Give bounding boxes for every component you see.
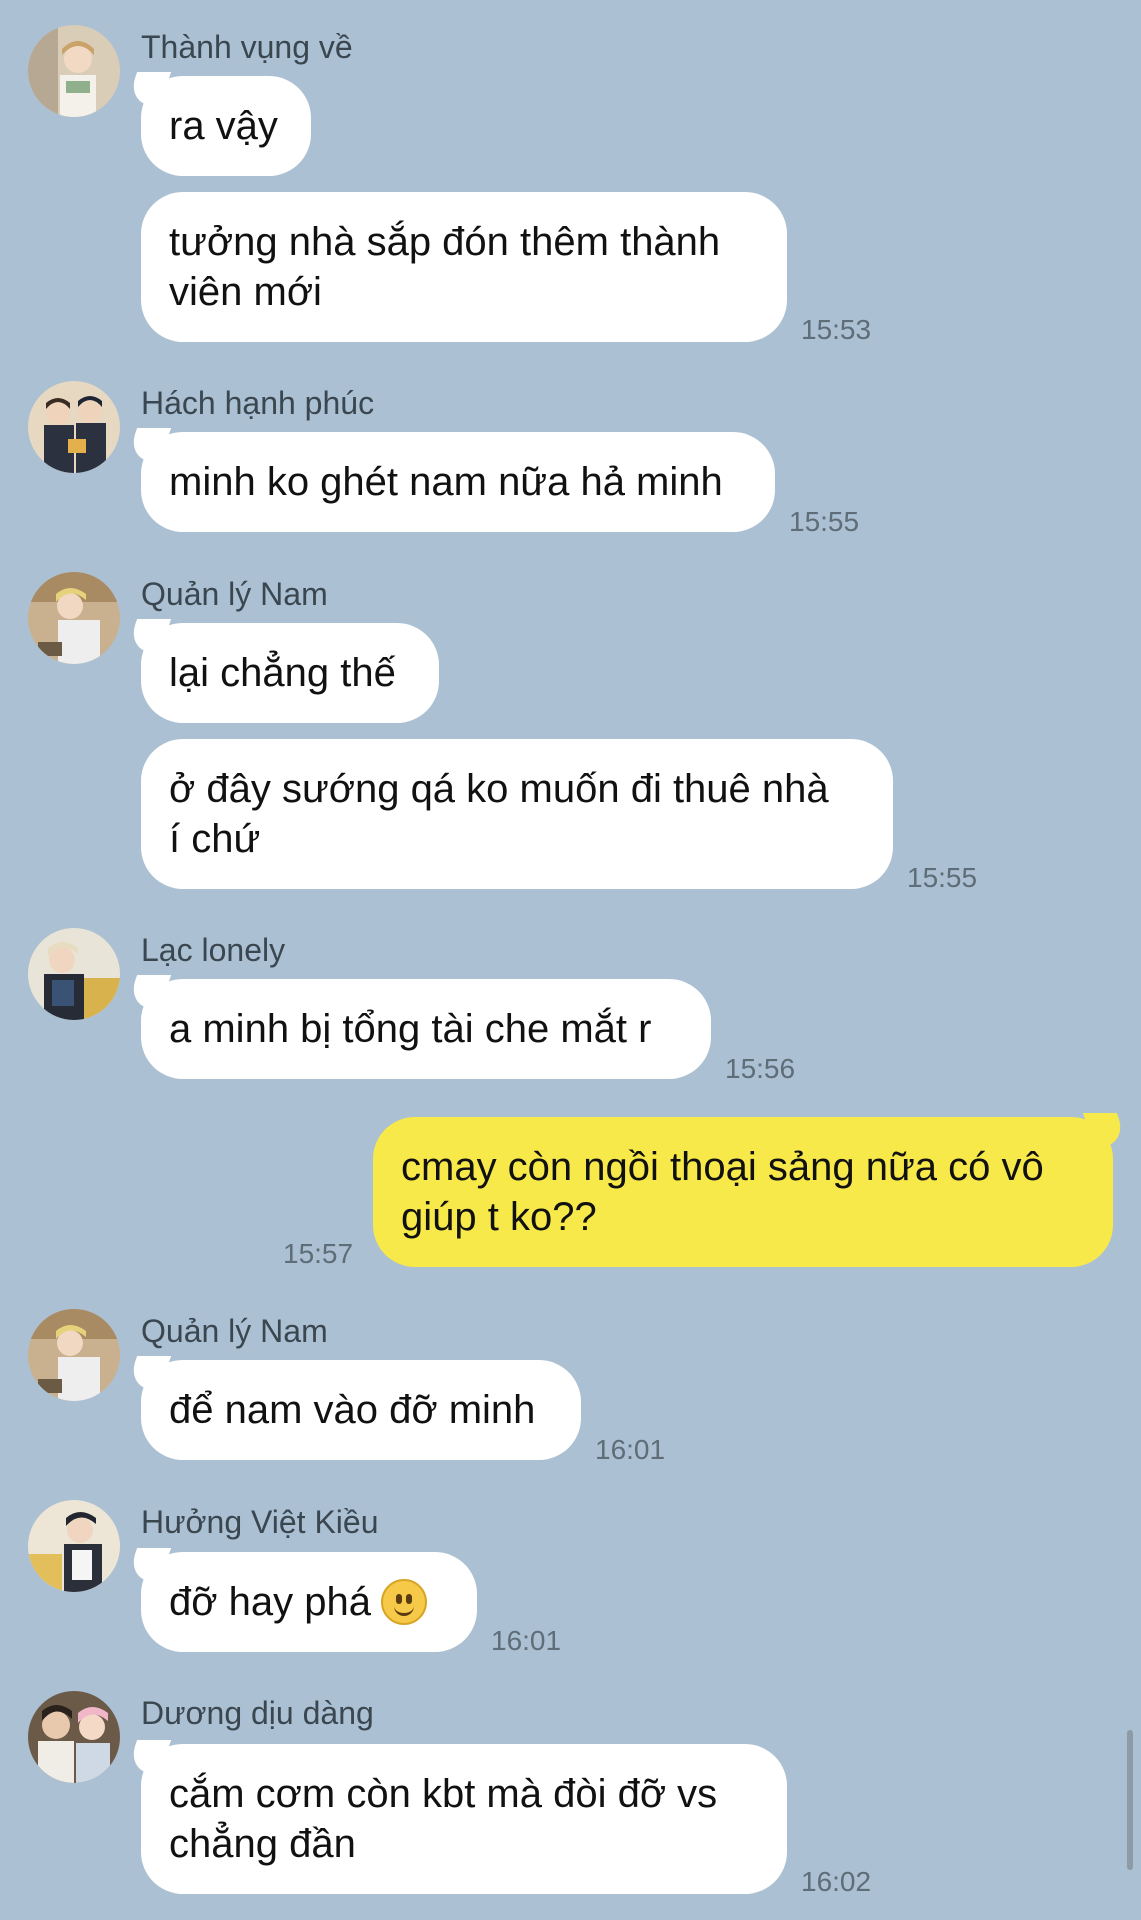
timestamp: 16:01 bbox=[595, 1434, 666, 1465]
avatar-lac[interactable] bbox=[28, 928, 120, 1020]
message-bubble[interactable]: ra vậy bbox=[141, 76, 311, 176]
message-text: đỡ hay phá bbox=[169, 1580, 371, 1624]
sender-name: Lạc lonely bbox=[141, 932, 286, 968]
message-bubble[interactable]: ở đây sướng qá ko muốn đi thuê nhà í chứ bbox=[141, 739, 893, 889]
timestamp: 16:02 bbox=[801, 1866, 872, 1897]
message-bubble[interactable]: tưởng nhà sắp đón thêm thành viên mới bbox=[141, 192, 787, 342]
avatar-huong[interactable] bbox=[28, 1500, 120, 1592]
avatar-quan-ly-nam[interactable] bbox=[28, 1309, 120, 1401]
sender-name: Thành vụng về bbox=[141, 29, 353, 65]
avatar-quan-ly-nam[interactable] bbox=[28, 572, 120, 664]
message-text: để nam vào đỡ minh bbox=[169, 1388, 536, 1432]
message-text: ở đây sướng qá ko muốn đi thuê nhà í chứ bbox=[169, 767, 829, 861]
timestamp: 15:56 bbox=[725, 1053, 796, 1084]
timestamp: 15:57 bbox=[283, 1238, 354, 1269]
message-bubble[interactable]: minh ko ghét nam nữa hả minh bbox=[141, 432, 775, 532]
message-bubble[interactable]: cắm cơm còn kbt mà đòi đỡ vs chẳng đần bbox=[141, 1744, 787, 1894]
message-text: lại chẳng thế bbox=[169, 651, 396, 695]
avatar-thanh[interactable] bbox=[28, 25, 120, 117]
scrollbar[interactable] bbox=[1127, 1730, 1133, 1870]
timestamp: 15:53 bbox=[801, 314, 872, 345]
sender-name: Hách hạnh phúc bbox=[141, 385, 375, 421]
timestamp: 15:55 bbox=[907, 862, 978, 893]
avatar-duong[interactable] bbox=[28, 1691, 120, 1783]
sender-name: Dương dịu dàng bbox=[141, 1695, 374, 1731]
message-bubble[interactable]: lại chẳng thế bbox=[141, 623, 439, 723]
avatar-hach[interactable] bbox=[28, 381, 120, 473]
sender-name: Hưởng Việt Kiều bbox=[141, 1504, 379, 1540]
message-bubble[interactable]: a minh bị tổng tài che mắt r bbox=[141, 979, 711, 1079]
message-text: ra vậy bbox=[169, 104, 278, 148]
message-text: a minh bị tổng tài che mắt r bbox=[169, 1007, 652, 1051]
message-text: minh ko ghét nam nữa hả minh bbox=[169, 460, 723, 504]
message-text: cmay còn ngồi thoại sảng nữa có vô giúp … bbox=[401, 1145, 1044, 1239]
timestamp: 15:55 bbox=[789, 506, 860, 537]
message-bubble[interactable]: để nam vào đỡ minh bbox=[141, 1360, 581, 1460]
message-text: tưởng nhà sắp đón thêm thành viên mới bbox=[169, 220, 721, 314]
slightly-smiling-face-icon bbox=[380, 1579, 427, 1625]
message-bubble[interactable]: đỡ hay phá bbox=[141, 1552, 477, 1652]
outgoing-message-bubble[interactable]: cmay còn ngồi thoại sảng nữa có vô giúp … bbox=[373, 1117, 1113, 1267]
message-text: cắm cơm còn kbt mà đòi đỡ vs chẳng đần bbox=[169, 1772, 718, 1866]
sender-name: Quản lý Nam bbox=[141, 1313, 328, 1349]
sender-name: Quản lý Nam bbox=[141, 576, 328, 612]
timestamp: 16:01 bbox=[491, 1625, 562, 1656]
